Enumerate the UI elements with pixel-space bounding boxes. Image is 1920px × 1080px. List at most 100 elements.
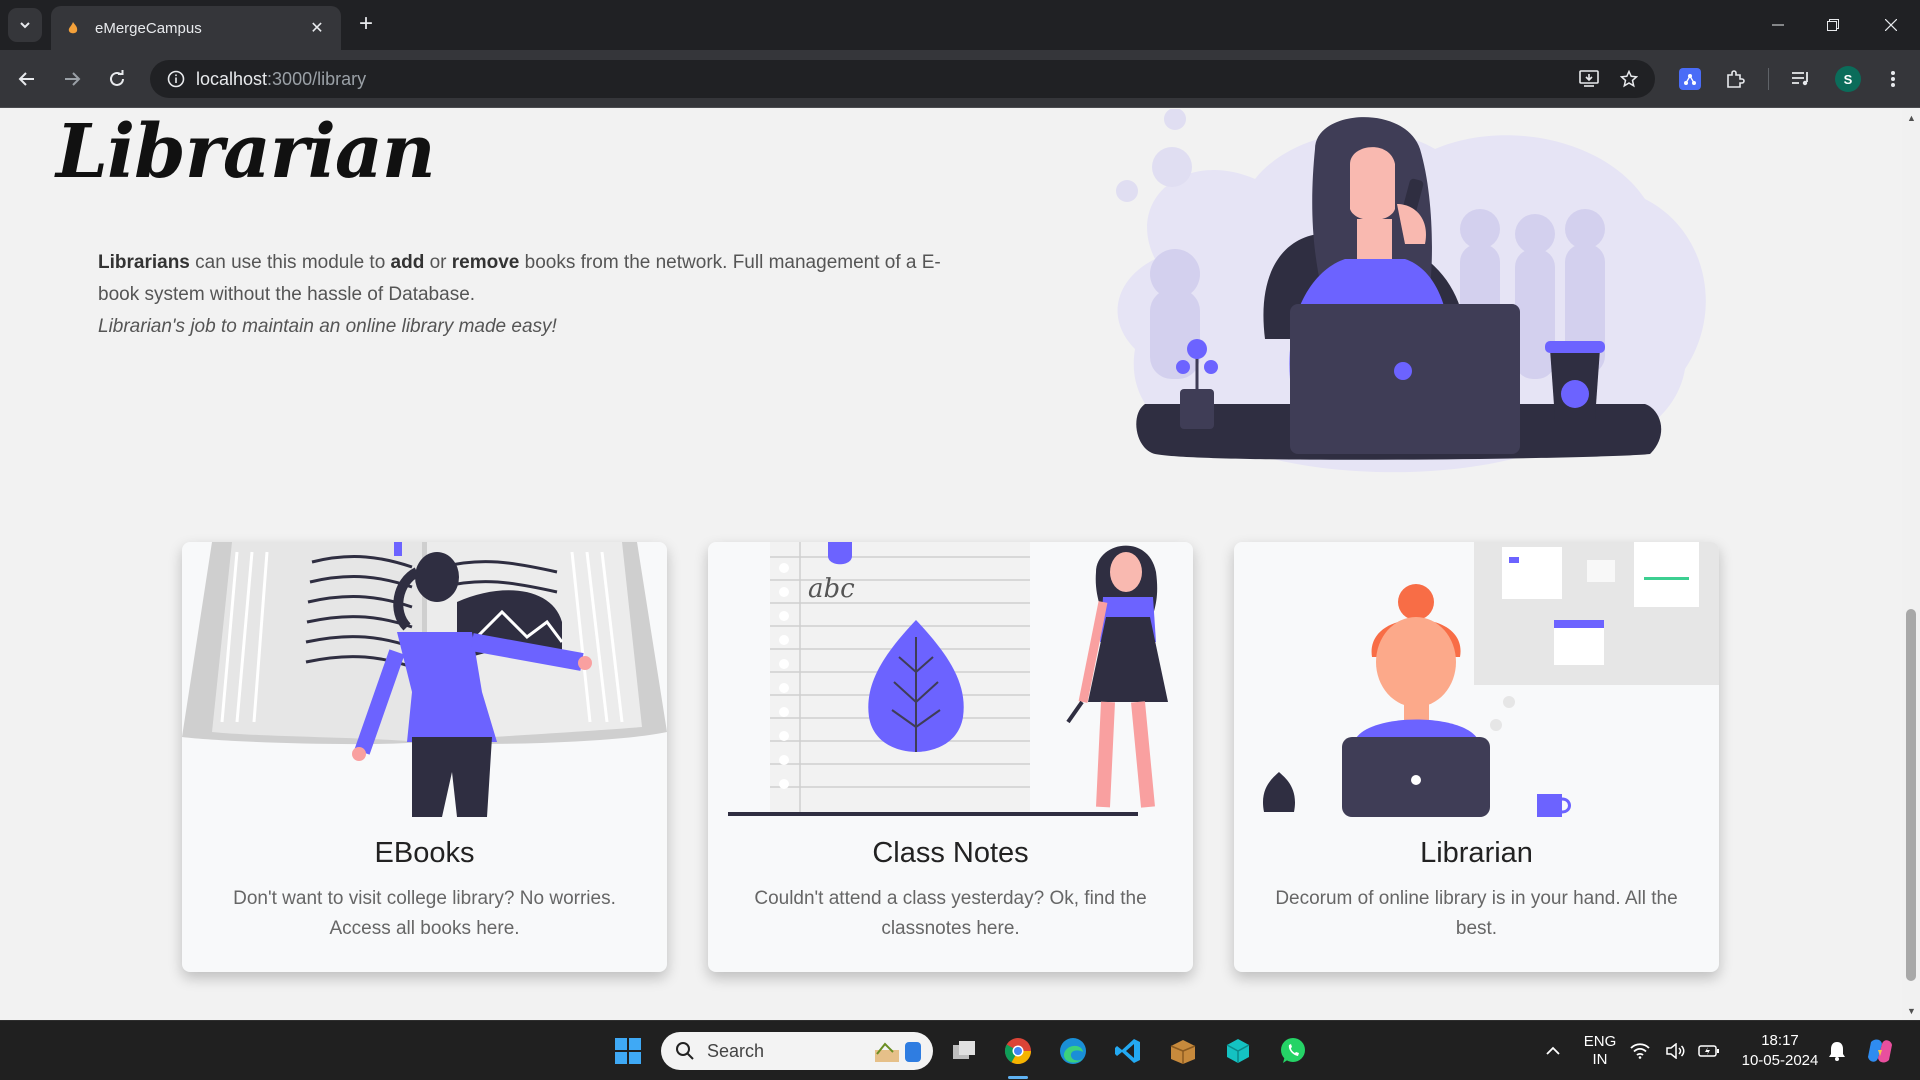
chevron-up-icon xyxy=(1546,1046,1560,1055)
extension-badge-icon xyxy=(1679,68,1701,90)
taskbar-chrome-button[interactable] xyxy=(998,1031,1038,1071)
volume-button[interactable] xyxy=(1663,1031,1687,1071)
pen-icon xyxy=(1066,700,1084,724)
laptop-logo-shape xyxy=(1411,775,1421,785)
battery-charging-icon xyxy=(1698,1045,1719,1057)
card-description: Don't want to visit college library? No … xyxy=(233,888,616,939)
copilot-icon xyxy=(1868,1039,1892,1063)
student-face-shape xyxy=(1110,552,1142,592)
card-description: Decorum of online library is in your han… xyxy=(1275,888,1678,939)
battery-button[interactable] xyxy=(1696,1031,1722,1071)
media-controls-button[interactable] xyxy=(1784,62,1818,96)
taskbar-app-button[interactable] xyxy=(1218,1031,1258,1071)
playlist-icon xyxy=(1792,72,1808,86)
extensions-menu-button[interactable] xyxy=(1718,62,1752,96)
tab-close-icon[interactable]: ✕ xyxy=(307,18,327,38)
notifications-button[interactable] xyxy=(1825,1031,1849,1071)
url-host: localhost xyxy=(196,68,268,89)
document-card-shape xyxy=(1502,547,1562,599)
desc-add: add xyxy=(390,252,425,273)
taskbar-vscode-button[interactable] xyxy=(1108,1031,1148,1071)
task-view-icon xyxy=(953,1041,975,1059)
desc-remove: remove xyxy=(451,252,520,273)
scroll-down-arrow-icon[interactable]: ▼ xyxy=(1907,1006,1916,1016)
page-title: Librarian xyxy=(56,109,436,195)
install-app-icon[interactable] xyxy=(1572,62,1606,96)
close-window-button[interactable] xyxy=(1868,8,1914,42)
bubble-shape xyxy=(1490,719,1502,731)
taskbar-whatsapp-button[interactable] xyxy=(1273,1031,1313,1071)
card-ebooks[interactable]: EBooks Don't want to visit college libra… xyxy=(182,542,667,972)
language-indicator[interactable]: ENG IN xyxy=(1578,1033,1622,1069)
profile-avatar[interactable]: S xyxy=(1835,66,1861,92)
scrollbar-thumb[interactable] xyxy=(1906,609,1916,981)
taskbar-edge-button[interactable] xyxy=(1053,1031,1093,1071)
address-bar[interactable]: localhost:3000/library xyxy=(150,60,1655,98)
tab-title: eMergeCampus xyxy=(95,19,202,37)
coffee-mug-icon xyxy=(1537,794,1562,817)
site-info-icon[interactable] xyxy=(156,70,196,88)
new-tab-button[interactable]: + xyxy=(352,11,380,39)
bookmark-star-icon[interactable] xyxy=(1612,62,1646,96)
puzzle-icon xyxy=(1727,70,1745,88)
bookmark-shape xyxy=(394,542,402,556)
clock-time: 18:17 xyxy=(1761,1032,1799,1049)
wifi-button[interactable] xyxy=(1628,1031,1652,1071)
document-accent-shape xyxy=(1509,557,1519,563)
back-button[interactable] xyxy=(10,62,44,96)
card-class-notes[interactable]: abc Class Notes Couldn't attend a class … xyxy=(708,542,1193,972)
search-highlight-icon xyxy=(875,1042,921,1062)
student-legs-shape xyxy=(1096,701,1155,808)
start-button[interactable] xyxy=(608,1031,648,1071)
document-card-shape xyxy=(1634,542,1699,607)
tab-active[interactable]: eMergeCampus ✕ xyxy=(51,6,341,50)
language-code: ENG xyxy=(1583,1033,1617,1050)
laptop-logo-shape xyxy=(1394,362,1412,380)
bubble-shape xyxy=(1164,109,1186,130)
restore-button[interactable] xyxy=(1810,8,1856,42)
face-shape xyxy=(1350,147,1395,221)
cup-lid-shape xyxy=(1545,341,1605,353)
ebooks-illustration xyxy=(182,542,667,817)
document-card-shape xyxy=(1587,560,1615,582)
card-title: EBooks xyxy=(374,837,475,869)
reload-button[interactable] xyxy=(100,62,134,96)
hair-bun-shape xyxy=(1398,584,1434,620)
show-hidden-icons-button[interactable] xyxy=(1533,1031,1573,1071)
tab-search-button[interactable] xyxy=(8,8,42,42)
face-shape xyxy=(1376,617,1456,707)
copilot-button[interactable] xyxy=(1860,1031,1900,1071)
region-code: IN xyxy=(1592,1051,1608,1068)
chrome-icon xyxy=(1004,1038,1032,1065)
cup-logo-shape xyxy=(1561,380,1589,408)
class-notes-illustration: abc xyxy=(728,542,1168,816)
minimize-button[interactable] xyxy=(1755,8,1801,42)
windows-taskbar: Search ENG IN 18:17 10-05-2024 xyxy=(0,1020,1920,1080)
taskbar-app-button[interactable] xyxy=(1163,1031,1203,1071)
card-librarian[interactable]: Librarian Decorum of online library is i… xyxy=(1234,542,1719,972)
plant-flower-shape xyxy=(1187,339,1207,359)
url-text: localhost:3000/library xyxy=(196,69,366,90)
forward-button[interactable] xyxy=(55,62,89,96)
woman-hand-shape xyxy=(352,747,366,761)
task-view-button[interactable] xyxy=(944,1031,984,1071)
librarian-illustration xyxy=(1116,109,1706,473)
clock[interactable]: 18:17 10-05-2024 xyxy=(1735,1031,1825,1071)
url-path: :3000/library xyxy=(267,68,367,89)
scroll-up-arrow-icon[interactable]: ▲ xyxy=(1907,113,1916,123)
toolbar-divider xyxy=(1768,68,1769,90)
arrow-right-icon xyxy=(65,72,81,86)
taskbar-search-box[interactable]: Search xyxy=(661,1032,933,1070)
document-accent-shape xyxy=(1644,577,1689,580)
vscode-icon xyxy=(1115,1039,1140,1063)
arrow-left-icon xyxy=(18,72,34,86)
taskbar-search-label: Search xyxy=(707,1040,765,1061)
bookmark-shape xyxy=(828,542,852,565)
extension-button[interactable] xyxy=(1673,62,1707,96)
bubble-shape xyxy=(1152,147,1192,187)
page-scrollbar[interactable]: ▲ ▼ xyxy=(1902,109,1920,1020)
hero-description: Librarians can use this module to add or… xyxy=(98,247,958,343)
kebab-menu-icon xyxy=(1891,71,1895,87)
wifi-icon xyxy=(1630,1043,1650,1059)
chrome-menu-button[interactable] xyxy=(1876,62,1910,96)
